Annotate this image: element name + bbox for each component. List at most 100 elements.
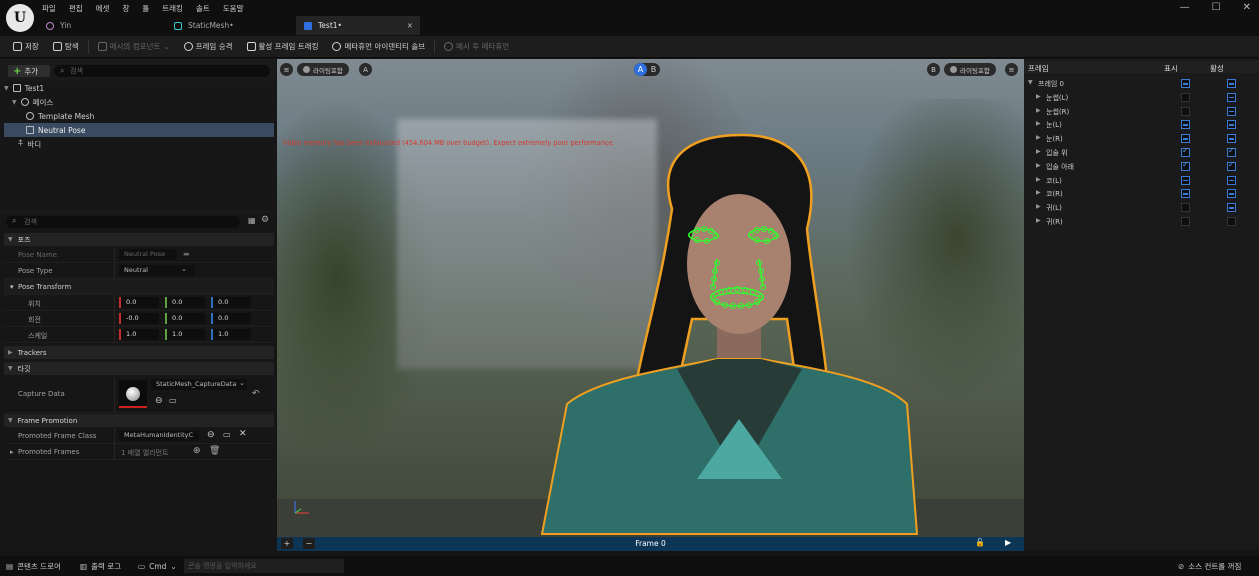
show-checkbox[interactable] (1181, 134, 1190, 144)
active-checkbox[interactable] (1227, 92, 1236, 102)
expand-icon[interactable]: ▶ (1036, 189, 1041, 196)
minimize-icon[interactable]: — (1180, 2, 1190, 13)
camera-icon[interactable]: ▶ (1005, 538, 1011, 547)
expand-icon[interactable]: ▶ (1036, 162, 1041, 169)
source-control-button[interactable]: ⊘ 소스 컨트롤 꺼짐 (1178, 559, 1241, 573)
frame-row[interactable]: ▶ 귀(R) (1024, 215, 1259, 229)
expand-icon[interactable]: ▶ (1036, 217, 1041, 224)
content-drawer-button[interactable]: ▤ 콘텐츠 드로어 (6, 559, 61, 573)
tab-close-icon[interactable]: × (407, 21, 413, 30)
component-search-input[interactable]: 검색 (54, 65, 270, 77)
rotation-z-field[interactable]: 0.0 (211, 313, 251, 324)
maximize-icon[interactable]: ☐ (1212, 2, 1221, 13)
capture-data-thumbnail[interactable] (119, 380, 147, 408)
active-checkbox[interactable] (1227, 189, 1236, 199)
lock-icon[interactable]: 🔓 (975, 538, 985, 547)
metahuman-identity-solve-button[interactable]: 메타휴먼 아이덴티티 솔브 (327, 38, 430, 56)
cmd-dropdown[interactable]: ▭ Cmd ⌄ (138, 559, 177, 573)
menu-window[interactable]: 창 (122, 3, 129, 14)
location-x-field[interactable]: 0.0 (119, 297, 159, 308)
table-view-icon[interactable]: ▦ (248, 216, 256, 225)
tab-yin[interactable]: Yin (38, 16, 164, 35)
mesh-to-metahuman-button[interactable]: 메시 투 메타휴먼 (439, 38, 514, 56)
browse-folder-icon[interactable]: ▭ (169, 396, 177, 405)
frame-row[interactable]: ▶ 눈(L) (1024, 118, 1259, 132)
tab-staticmesh[interactable]: StaticMesh• (166, 16, 294, 35)
menu-tracking[interactable]: 트래킹 (162, 3, 183, 14)
add-element-icon[interactable]: ⊕ (193, 446, 201, 456)
show-checkbox[interactable] (1181, 217, 1190, 226)
browse-button[interactable]: 탐색 (48, 38, 84, 56)
add-button[interactable]: + 추가 (8, 65, 50, 77)
frame-row[interactable]: ▶ 눈썹(R) (1024, 105, 1259, 119)
ab-toggle-a[interactable]: A (634, 63, 647, 76)
expand-icon[interactable]: ▶ (1036, 148, 1041, 155)
expand-icon[interactable]: ▶ (1036, 107, 1041, 114)
view-b-badge[interactable]: B (927, 63, 940, 76)
ab-toggle-b[interactable]: B (647, 63, 660, 76)
show-checkbox[interactable] (1181, 120, 1190, 130)
scale-y-field[interactable]: 1.0 (165, 329, 205, 340)
active-frame-tracking-button[interactable]: 활성 프레임 트래킹 (242, 38, 324, 56)
frame-row[interactable]: ▶ 입술 위 (1024, 146, 1259, 160)
menu-solve[interactable]: 솔트 (196, 3, 210, 14)
expand-icon[interactable]: ▶ (1036, 93, 1041, 100)
close-icon[interactable]: ✕ (1243, 2, 1251, 13)
location-z-field[interactable]: 0.0 (211, 297, 251, 308)
rotation-y-field[interactable]: 0.0 (165, 313, 205, 324)
expand-icon[interactable]: ▼ (1028, 79, 1033, 86)
frame-row[interactable]: ▶ 귀(L) (1024, 201, 1259, 215)
active-checkbox[interactable] (1227, 120, 1236, 130)
active-checkbox[interactable] (1227, 175, 1236, 185)
frame-row[interactable]: ▶ 입술 아래 (1024, 160, 1259, 174)
tree-item-face[interactable]: ▼ 페이스 (4, 95, 274, 109)
lighting-mode-button-a[interactable]: 라이팅포함 (297, 63, 349, 76)
unreal-logo-icon[interactable]: U (6, 4, 34, 32)
reset-icon[interactable]: ↶ (252, 389, 260, 399)
tree-item-test1[interactable]: ▼ Test1 (4, 81, 274, 95)
output-log-button[interactable]: ▥ 출력 로그 (80, 559, 121, 573)
location-y-field[interactable]: 0.0 (165, 297, 205, 308)
menu-edit[interactable]: 편집 (69, 3, 83, 14)
lighting-mode-button-b[interactable]: 라이팅포함 (944, 63, 996, 76)
show-checkbox[interactable] (1181, 106, 1190, 116)
tree-item-body[interactable]: ⍏ 바디 (4, 137, 274, 151)
trash-icon[interactable]: 🗑 (209, 446, 220, 456)
save-button[interactable]: 저장 (8, 38, 44, 56)
scale-z-field[interactable]: 1.0 (211, 329, 251, 340)
section-trackers[interactable]: ▶ Trackers (4, 346, 274, 359)
view-a-badge[interactable]: A (359, 63, 372, 76)
show-checkbox[interactable] (1181, 175, 1190, 185)
frame-row[interactable]: ▶ 코(L) (1024, 174, 1259, 188)
expand-icon[interactable]: ▶ (1036, 203, 1041, 210)
capture-data-dropdown[interactable]: StaticMesh_CaptureData (151, 379, 247, 390)
show-checkbox[interactable] (1181, 189, 1190, 199)
ab-toggle[interactable]: A B (634, 63, 660, 76)
active-checkbox[interactable] (1227, 134, 1236, 144)
use-selected-icon[interactable]: ⊖ (207, 430, 215, 440)
clear-icon[interactable]: ✕ (239, 429, 247, 439)
details-search-input[interactable]: 검색 (6, 216, 240, 228)
section-frame-promotion[interactable]: ▼ Frame Promotion (4, 414, 274, 427)
active-checkbox[interactable] (1227, 106, 1236, 116)
scale-x-field[interactable]: 1.0 (119, 329, 159, 340)
expand-icon[interactable]: ▶ (1036, 176, 1041, 183)
frame-row[interactable]: ▶ 코(R) (1024, 187, 1259, 201)
tab-test1[interactable]: Test1• × (296, 16, 420, 35)
viewport[interactable]: ≡ 라이팅포함 A A B B 라이팅포함 ≡ Video memory has… (277, 59, 1024, 537)
expand-icon[interactable]: ▶ (1036, 134, 1041, 141)
menu-asset[interactable]: 에셋 (96, 3, 110, 14)
active-checkbox[interactable] (1227, 203, 1236, 213)
use-selected-icon[interactable]: ⊖ (155, 396, 163, 406)
active-checkbox[interactable] (1227, 160, 1236, 171)
hamburger-menu-icon[interactable]: ≡ (280, 63, 293, 76)
gear-icon[interactable]: ⚙ (261, 215, 269, 225)
collapse-icon[interactable]: ▸ (10, 448, 14, 456)
promoted-frame-class-dropdown[interactable]: MetaHumanIdentityC (119, 430, 199, 441)
active-checkbox[interactable] (1227, 217, 1236, 226)
console-command-input[interactable]: 콘솔 명령을 입력하세요 (184, 559, 344, 573)
mesh-component-button[interactable]: 메시의 컴포넌트 ⌄ (93, 38, 175, 56)
menu-help[interactable]: 도움말 (223, 3, 244, 14)
section-target[interactable]: ▼ 타깃 (4, 362, 274, 375)
tree-item-template-mesh[interactable]: Template Mesh (4, 109, 274, 123)
